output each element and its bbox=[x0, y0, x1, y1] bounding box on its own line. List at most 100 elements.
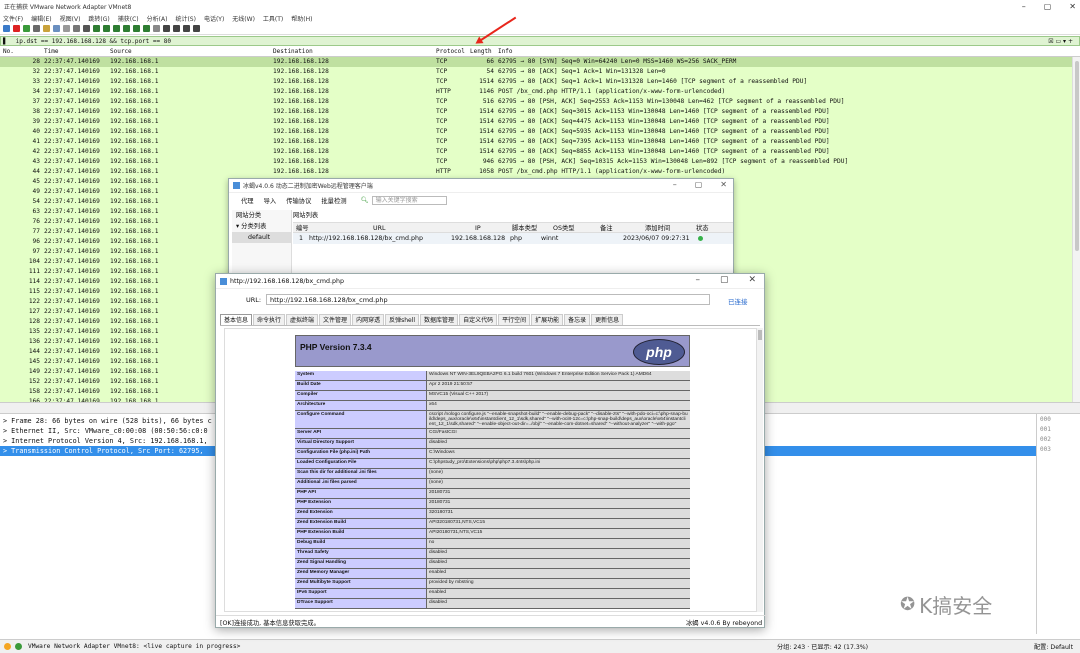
display-filter-input[interactable]: ip.dst == 192.168.168.128 && tcp.port ==… bbox=[8, 38, 1049, 45]
menu-item[interactable]: 帮助(H) bbox=[291, 14, 312, 23]
zoom-in-icon[interactable] bbox=[163, 25, 170, 32]
detail-tree-item[interactable]: > Ethernet II, Src: VMware_c0:00:08 (00:… bbox=[3, 426, 208, 436]
reload-icon[interactable] bbox=[73, 25, 80, 32]
go-back-icon[interactable] bbox=[93, 25, 100, 32]
packet-row[interactable]: 28 22:37:47.140169 192.168.168.1 192.168.16… bbox=[0, 57, 1072, 67]
detail-tree-item[interactable]: > Frame 28: 66 bytes on wire (528 bits),… bbox=[3, 416, 212, 426]
pkt-source: 192.168.168.1 bbox=[110, 118, 159, 125]
menu-item[interactable]: 分析(A) bbox=[147, 14, 168, 23]
status-profile[interactable]: 配置: Default bbox=[1034, 642, 1073, 651]
menu-proxy[interactable]: 代理 bbox=[241, 196, 254, 205]
packet-row[interactable]: 40 22:37:47.140169 192.168.168.1 192.168.16… bbox=[0, 127, 1072, 137]
packet-row[interactable]: 39 22:37:47.140169 192.168.168.1 192.168.16… bbox=[0, 117, 1072, 127]
col-source[interactable]: Source bbox=[110, 48, 132, 55]
scrollbar-thumb[interactable] bbox=[1075, 61, 1079, 251]
menu-item[interactable]: 视图(V) bbox=[60, 14, 81, 23]
open-file-icon[interactable] bbox=[43, 25, 50, 32]
shell-tab[interactable]: 更新信息 bbox=[591, 314, 624, 325]
packet-row[interactable]: 32 22:37:47.140169 192.168.168.1 192.168.16… bbox=[0, 67, 1072, 77]
search-input[interactable]: 输入关键字搜索 bbox=[371, 195, 447, 205]
detail-tree-item[interactable]: > Internet Protocol Version 4, Src: 192.… bbox=[3, 436, 208, 446]
menu-item[interactable]: 编辑(E) bbox=[31, 14, 51, 23]
packet-row[interactable]: 38 22:37:47.140169 192.168.168.1 192.168.16… bbox=[0, 107, 1072, 117]
shell-tab[interactable]: 命令执行 bbox=[253, 314, 286, 325]
shell-tab[interactable]: 自定义代码 bbox=[459, 314, 498, 325]
col-length[interactable]: Length bbox=[470, 48, 492, 55]
menu-item[interactable]: 跳转(G) bbox=[88, 14, 109, 23]
close-icon[interactable]: ✕ bbox=[748, 275, 756, 285]
find-packet-icon[interactable] bbox=[83, 25, 90, 32]
menu-protocol[interactable]: 传输协议 bbox=[286, 196, 311, 205]
close-icon[interactable]: ✕ bbox=[720, 180, 727, 189]
col-destination[interactable]: Destination bbox=[273, 48, 313, 55]
shell-tab[interactable]: 扩展功能 bbox=[531, 314, 564, 325]
go-to-packet-icon[interactable] bbox=[113, 25, 120, 32]
minimize-icon[interactable]: – bbox=[1022, 0, 1026, 13]
menu-item[interactable]: 电话(Y) bbox=[204, 14, 224, 23]
close-icon[interactable]: ✕ bbox=[1069, 0, 1076, 13]
shell-tab[interactable]: 内网穿透 bbox=[352, 314, 385, 325]
shark-fin-start-icon[interactable] bbox=[3, 25, 10, 32]
menu-item[interactable]: 工具(T) bbox=[263, 14, 283, 23]
packet-row[interactable]: 41 22:37:47.140169 192.168.168.1 192.168.16… bbox=[0, 137, 1072, 147]
save-file-icon[interactable] bbox=[53, 25, 60, 32]
zoom-normal-icon[interactable] bbox=[183, 25, 190, 32]
shell-tab[interactable]: 文件管理 bbox=[319, 314, 352, 325]
menu-import[interactable]: 导入 bbox=[264, 196, 277, 205]
expert-info-icon[interactable] bbox=[15, 643, 22, 650]
menu-item[interactable]: 无线(W) bbox=[232, 14, 255, 23]
stop-capture-icon[interactable] bbox=[13, 25, 20, 32]
packet-row[interactable]: 34 22:37:47.140169 192.168.168.1 192.168.16… bbox=[0, 87, 1072, 97]
minimize-icon[interactable]: – bbox=[695, 275, 700, 285]
packet-row[interactable]: 44 22:37:47.140169 192.168.168.1 192.168.16… bbox=[0, 167, 1072, 177]
col-protocol[interactable]: Protocol bbox=[436, 48, 465, 55]
shell-tab[interactable]: 反弹shell bbox=[385, 314, 420, 325]
shell-tab[interactable]: 备忘录 bbox=[564, 314, 591, 325]
url-input[interactable]: http://192.168.168.128/bx_cmd.php bbox=[266, 294, 710, 305]
colorize-icon[interactable] bbox=[153, 25, 160, 32]
menu-item[interactable]: 统计(S) bbox=[175, 14, 196, 23]
packet-row[interactable]: 42 22:37:47.140169 192.168.168.1 192.168.16… bbox=[0, 147, 1072, 157]
site-row[interactable]: 1 http://192.168.168.128/bx_cmd.php 192.… bbox=[293, 233, 733, 244]
packet-row[interactable]: 43 22:37:47.140169 192.168.168.1 192.168.16… bbox=[0, 157, 1072, 167]
minimize-icon[interactable]: – bbox=[673, 180, 677, 189]
shell-status-text: [OK]连接成功, 基本信息获取完成。 bbox=[220, 620, 320, 627]
go-forward-icon[interactable] bbox=[103, 25, 110, 32]
filter-controls-icon[interactable]: ☒ ▭ ▾ + bbox=[1048, 38, 1079, 45]
close-file-icon[interactable] bbox=[63, 25, 70, 32]
maximize-icon[interactable]: ▢ bbox=[1044, 0, 1052, 13]
autoscroll-icon[interactable] bbox=[143, 25, 150, 32]
category-default[interactable]: default bbox=[232, 232, 291, 243]
col-info[interactable]: Info bbox=[498, 48, 512, 55]
packet-row[interactable]: 37 22:37:47.140169 192.168.168.1 192.168.16… bbox=[0, 97, 1072, 107]
maximize-icon[interactable]: ▢ bbox=[720, 275, 729, 285]
menu-item[interactable]: 文件(F) bbox=[3, 14, 23, 23]
phpinfo-key: Thread Safety bbox=[295, 549, 427, 558]
pkt-destination: 192.168.168.128 bbox=[273, 78, 329, 85]
shell-tab[interactable]: 基本信息 bbox=[220, 314, 253, 325]
phpinfo-scrollbar[interactable] bbox=[757, 328, 763, 612]
restart-capture-icon[interactable] bbox=[23, 25, 30, 32]
maximize-icon[interactable]: ▢ bbox=[695, 180, 703, 189]
shell-tab[interactable]: 平行空间 bbox=[498, 314, 531, 325]
shell-tab[interactable]: 虚拟终端 bbox=[286, 314, 319, 325]
packet-list-scrollbar[interactable] bbox=[1072, 57, 1080, 402]
scrollbar-thumb[interactable] bbox=[758, 330, 762, 340]
phpinfo-row: Configuration File (php.ini) Path C:\Wind… bbox=[295, 449, 690, 459]
menu-batch-check[interactable]: 批量检测 bbox=[321, 196, 346, 205]
behinder-main-window: 冰蝎v4.0.6 动态二进制加密Web远程管理客户端 – ▢ ✕ 代理 导入 传… bbox=[228, 178, 734, 285]
category-list-item[interactable]: ▾ 分类列表 bbox=[232, 221, 291, 232]
bookmark-icon[interactable]: ▌ bbox=[1, 38, 8, 45]
last-packet-icon[interactable] bbox=[133, 25, 140, 32]
shell-tab[interactable]: 数据库管理 bbox=[420, 314, 459, 325]
zoom-out-icon[interactable] bbox=[173, 25, 180, 32]
status-adapter: VMware Network Adapter VMnet8: <live cap… bbox=[28, 643, 241, 650]
pkt-time: 22:37:47.140169 bbox=[44, 78, 100, 85]
col-no[interactable]: No. bbox=[3, 48, 14, 55]
packet-row[interactable]: 33 22:37:47.140169 192.168.168.1 192.168.16… bbox=[0, 77, 1072, 87]
col-time[interactable]: Time bbox=[44, 48, 58, 55]
first-packet-icon[interactable] bbox=[123, 25, 130, 32]
resize-columns-icon[interactable] bbox=[193, 25, 200, 32]
menu-item[interactable]: 捕获(C) bbox=[118, 14, 139, 23]
capture-options-icon[interactable] bbox=[33, 25, 40, 32]
